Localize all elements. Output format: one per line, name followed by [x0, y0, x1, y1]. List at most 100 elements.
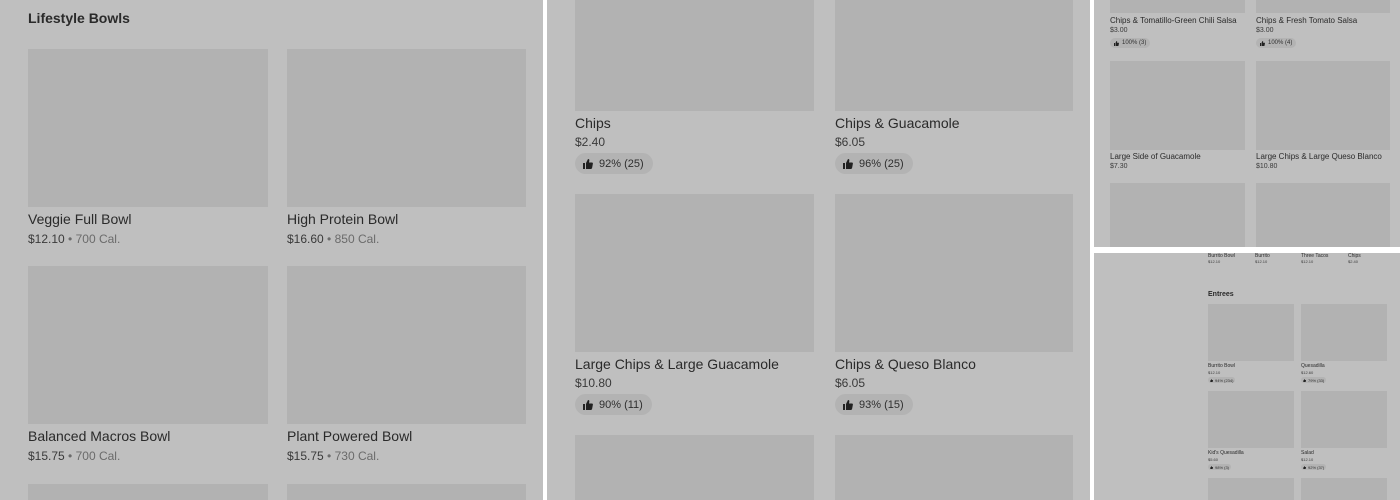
- rating-text: 100% (3): [1122, 40, 1147, 46]
- rating-badge: 92% (37): [1301, 464, 1327, 470]
- item-price: $12.10: [1208, 370, 1221, 375]
- item-name[interactable]: Large Chips & Large Guacamole: [575, 356, 779, 372]
- item-name[interactable]: High Protein Bowl: [287, 211, 398, 227]
- section-title: Entrees: [1208, 291, 1234, 298]
- thumbs-up-icon: [1210, 378, 1213, 382]
- item-price-line: $16.60 • 850 Cal.: [287, 232, 379, 246]
- rating-text: 92% (25): [599, 157, 644, 170]
- thumbs-up-icon: [843, 158, 853, 169]
- item-image-placeholder[interactable]: [835, 194, 1073, 352]
- rating-badge: 93% (15): [835, 394, 913, 415]
- thumbs-up-icon: [1210, 465, 1213, 469]
- rating-badge: 98% (3): [1208, 464, 1232, 470]
- zoomed-sides-panel: Chips & Tomatillo-Green Chili Salsa $3.0…: [1094, 0, 1400, 247]
- item-image-placeholder[interactable]: [1256, 61, 1390, 150]
- item-name[interactable]: Chips: [575, 115, 611, 131]
- item-image-placeholder[interactable]: [575, 194, 814, 352]
- item-image-placeholder[interactable]: [1208, 478, 1294, 500]
- item-image-placeholder[interactable]: [1110, 183, 1245, 247]
- item-image-placeholder[interactable]: [287, 49, 526, 207]
- item-name[interactable]: Burrito Bowl: [1208, 363, 1235, 369]
- separator: •: [327, 232, 332, 246]
- thumbs-up-icon: [1303, 465, 1306, 469]
- item-calories: 700 Cal.: [75, 232, 121, 246]
- rating-badge: 96% (25): [835, 153, 913, 174]
- separator: •: [327, 449, 332, 463]
- sides-panel: Chips $2.40 92% (25) Chips & Guacamole $…: [547, 0, 1090, 500]
- rating-text: 100% (4): [1268, 40, 1293, 46]
- rating-text: 90% (11): [599, 398, 643, 411]
- item-name[interactable]: Plant Powered Bowl: [287, 428, 412, 444]
- thumbs-up-icon: [843, 399, 853, 410]
- item-price-line: $15.75 • 700 Cal.: [28, 449, 120, 463]
- item-image-placeholder[interactable]: [28, 484, 268, 500]
- section-title: Lifestyle Bowls: [28, 10, 130, 26]
- rating-text: 92% (37): [1308, 464, 1325, 470]
- item-image-placeholder[interactable]: [1110, 61, 1245, 150]
- item-image-placeholder[interactable]: [28, 49, 268, 207]
- rating-text: 96% (25): [859, 157, 904, 170]
- item-name[interactable]: Chips & Guacamole: [835, 115, 960, 131]
- item-price: $7.30: [1110, 163, 1128, 170]
- item-price-line: $12.10 • 700 Cal.: [28, 232, 120, 246]
- item-price: $16.60: [287, 232, 324, 246]
- item-image-placeholder[interactable]: [287, 484, 526, 500]
- item-image-placeholder[interactable]: [1208, 304, 1294, 361]
- thumbs-up-icon: [1260, 40, 1265, 46]
- item-price: $2.40: [1348, 259, 1359, 264]
- thumbs-up-icon: [1303, 378, 1306, 382]
- rating-badge: 94% (234): [1208, 377, 1236, 383]
- item-name[interactable]: Veggie Full Bowl: [28, 211, 132, 227]
- item-price: $12.10: [28, 232, 65, 246]
- lifestyle-bowls-panel: Lifestyle Bowls Veggie Full Bowl $12.10 …: [0, 0, 543, 500]
- rating-badge: 100% (4): [1256, 38, 1297, 48]
- item-image-placeholder[interactable]: [1301, 391, 1387, 448]
- item-price: $2.40: [575, 135, 606, 149]
- item-image-placeholder[interactable]: [575, 435, 814, 500]
- item-calories: 850 Cal.: [334, 232, 380, 246]
- item-price: $12.10: [1301, 259, 1314, 264]
- item-name[interactable]: Quesadilla: [1301, 363, 1325, 369]
- rating-badge: 79% (33): [1301, 377, 1327, 383]
- item-price: $6.05: [835, 376, 866, 390]
- item-image-placeholder[interactable]: [1301, 304, 1387, 361]
- rating-badge: 100% (3): [1110, 38, 1151, 48]
- item-price: $5.60: [1208, 457, 1219, 462]
- thumbs-up-icon: [583, 399, 593, 410]
- rating-badge: 90% (11): [575, 394, 652, 415]
- item-image-placeholder[interactable]: [1301, 478, 1387, 500]
- item-name[interactable]: Chips & Queso Blanco: [835, 356, 976, 372]
- item-image-placeholder[interactable]: [28, 266, 268, 424]
- rating-text: 93% (15): [859, 398, 904, 411]
- item-price: $15.75: [287, 449, 324, 463]
- item-calories: 700 Cal.: [75, 449, 121, 463]
- item-image-placeholder[interactable]: [1110, 0, 1245, 13]
- item-name[interactable]: Kid's Quesadilla: [1208, 450, 1244, 456]
- rating-text: 94% (234): [1215, 377, 1234, 383]
- item-price-line: $15.75 • 730 Cal.: [287, 449, 379, 463]
- item-price: $15.75: [28, 449, 65, 463]
- item-image-placeholder[interactable]: [1256, 0, 1390, 13]
- item-name[interactable]: Chips & Fresh Tomato Salsa: [1256, 16, 1357, 25]
- item-price: $3.00: [1256, 27, 1274, 34]
- item-name[interactable]: Balanced Macros Bowl: [28, 428, 170, 444]
- item-price: $3.00: [1110, 27, 1128, 34]
- item-name[interactable]: Salad: [1301, 450, 1314, 456]
- rating-text: 79% (33): [1308, 377, 1325, 383]
- item-price: $12.60: [1301, 370, 1314, 375]
- menu-overview-panel: Burrito Bowl $12.10 Burrito $12.10 Three…: [1094, 253, 1400, 500]
- item-image-placeholder[interactable]: [1208, 391, 1294, 448]
- item-name[interactable]: Large Side of Guacamole: [1110, 152, 1201, 161]
- item-image-placeholder[interactable]: [575, 0, 814, 111]
- item-name[interactable]: Large Chips & Large Queso Blanco: [1256, 152, 1382, 161]
- item-price: $12.10: [1208, 259, 1221, 264]
- item-image-placeholder[interactable]: [835, 0, 1073, 111]
- item-price: $12.10: [1255, 259, 1268, 264]
- item-price: $12.10: [1301, 457, 1314, 462]
- item-name[interactable]: Chips & Tomatillo-Green Chili Salsa: [1110, 16, 1237, 25]
- item-image-placeholder[interactable]: [835, 435, 1073, 500]
- item-price: $6.05: [835, 135, 866, 149]
- item-image-placeholder[interactable]: [287, 266, 526, 424]
- separator: •: [68, 232, 73, 246]
- item-image-placeholder[interactable]: [1256, 183, 1390, 247]
